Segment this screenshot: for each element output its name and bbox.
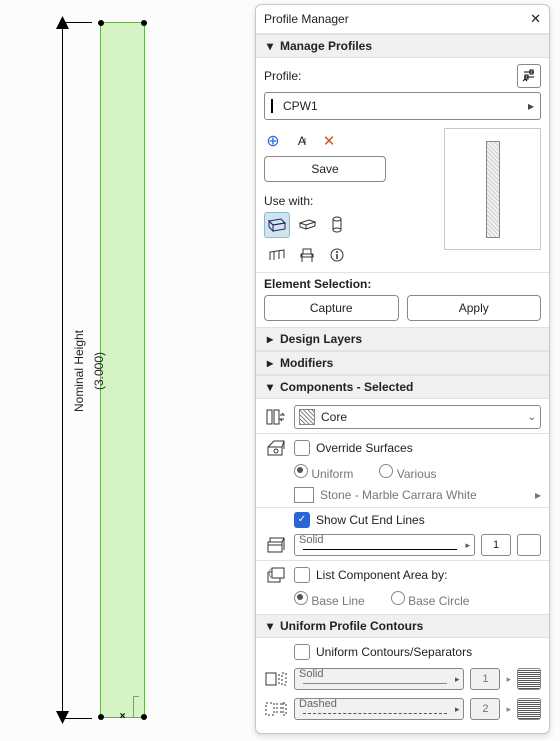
line-style-select[interactable]: Solid ▸ (294, 534, 475, 556)
panel-title: Profile Manager (264, 12, 530, 26)
inner-pen-button[interactable] (517, 698, 541, 720)
section-label: Modifiers (280, 356, 333, 370)
profile-preview (444, 128, 541, 250)
fill-hatch-icon (299, 409, 315, 425)
uniform-contours-checkbox[interactable] (294, 644, 310, 660)
capture-button[interactable]: Capture (264, 295, 399, 321)
chevron-right-icon: ▸ (535, 488, 541, 502)
uniform-contours-label: Uniform Contours/Separators (316, 645, 472, 659)
caret-down-icon: ▾ (264, 39, 276, 53)
element-selection-label: Element Selection: (264, 277, 541, 291)
various-radio (379, 464, 393, 478)
profile-select[interactable]: CPW1 ▸ (264, 92, 541, 120)
outer-contour-icon (264, 669, 288, 689)
section-label: Design Layers (280, 332, 362, 346)
component-select[interactable]: Core ⌄ (294, 405, 541, 429)
panel-titlebar: Profile Manager ✕ (256, 5, 549, 34)
chevron-down-icon: ⌄ (528, 412, 536, 423)
various-label: Various (397, 467, 437, 481)
chevron-right-icon: ▸ (465, 540, 470, 551)
list-area-checkbox[interactable] (294, 567, 310, 583)
component-name: Core (321, 410, 347, 424)
cut-lines-checkbox[interactable] (294, 512, 310, 528)
profile-manager-panel: Profile Manager ✕ ▾ Manage Profiles Prof… (255, 4, 550, 734)
save-button[interactable]: Save (264, 156, 386, 182)
section-contours[interactable]: ▾ Uniform Profile Contours (256, 614, 549, 638)
caret-down-icon: ▾ (264, 619, 276, 633)
profile-name: CPW1 (283, 99, 318, 113)
cut-lines-label: Show Cut End Lines (316, 513, 425, 527)
uniform-radio (294, 464, 308, 478)
use-with-object[interactable] (294, 242, 320, 268)
caret-down-icon: ▾ (264, 380, 276, 394)
inner-contour-icon (264, 699, 288, 719)
chevron-right-icon: ▸ (455, 674, 460, 685)
section-modifiers[interactable]: ▸ Modifiers (256, 351, 549, 375)
dimension-value: (3.000) (92, 351, 106, 389)
caret-right-icon: ▸ (264, 356, 276, 370)
base-line-radio (294, 591, 308, 605)
base-circle-label: Base Circle (408, 594, 469, 608)
use-with-column[interactable] (324, 212, 350, 238)
section-design-layers[interactable]: ▸ Design Layers (256, 327, 549, 351)
use-with-wall[interactable] (264, 212, 290, 238)
profile-settings-button[interactable] (517, 64, 541, 88)
section-manage-profiles[interactable]: ▾ Manage Profiles (256, 34, 549, 58)
use-with-railing[interactable] (264, 242, 290, 268)
profile-shape[interactable]: × (100, 22, 145, 718)
profile-thumbnail-icon (271, 99, 273, 113)
chevron-right-icon: ▸ (506, 674, 511, 685)
outer-pen-button[interactable] (517, 668, 541, 690)
component-swap-icon[interactable] (264, 407, 288, 427)
inner-line-style: Dashed ▸ (294, 698, 464, 720)
dimension-line (62, 22, 63, 718)
section-label: Manage Profiles (280, 39, 372, 53)
uniform-label: Uniform (311, 467, 353, 481)
outer-line-weight: 1 (470, 668, 500, 690)
outer-line-style: Solid ▸ (294, 668, 464, 690)
base-line-label: Base Line (311, 594, 364, 608)
use-with-label: Use with: (264, 194, 436, 208)
drawing-canvas: × Nominal Height (3.000) (0, 0, 255, 741)
surface-name: Stone - Marble Carrara White (320, 488, 529, 502)
rename-profile-button[interactable]: AI (292, 132, 310, 150)
section-components[interactable]: ▾ Components - Selected (256, 375, 549, 399)
add-profile-button[interactable]: ⊕ (264, 132, 282, 150)
sliders-icon (522, 69, 536, 83)
arrow-up-icon (56, 16, 69, 29)
chevron-right-icon: ▸ (506, 704, 511, 715)
surface-swatch (294, 487, 314, 503)
base-circle-radio (391, 591, 405, 605)
surface-icon (264, 438, 288, 458)
override-surfaces-checkbox[interactable] (294, 440, 310, 456)
delete-profile-button[interactable]: ✕ (320, 132, 338, 150)
pen-color-button[interactable] (517, 534, 541, 556)
list-area-label: List Component Area by: (316, 568, 447, 582)
area-icon (264, 565, 288, 585)
apply-button[interactable]: Apply (407, 295, 542, 321)
override-surfaces-label: Override Surfaces (316, 441, 413, 455)
close-button[interactable]: ✕ (530, 11, 541, 27)
chevron-right-icon: ▸ (455, 704, 460, 715)
line-attributes-icon (264, 535, 288, 555)
arrow-down-icon (56, 711, 69, 724)
line-weight-input[interactable]: 1 (481, 534, 511, 556)
caret-right-icon: ▸ (264, 332, 276, 346)
section-label: Components - Selected (280, 380, 413, 394)
inner-line-weight: 2 (470, 698, 500, 720)
use-with-beam[interactable] (294, 212, 320, 238)
dimension-label: Nominal Height (72, 329, 86, 411)
use-with-info[interactable] (324, 242, 350, 268)
section-label: Uniform Profile Contours (280, 619, 423, 633)
chevron-right-icon: ▸ (528, 99, 534, 113)
profile-label: Profile: (264, 69, 301, 83)
